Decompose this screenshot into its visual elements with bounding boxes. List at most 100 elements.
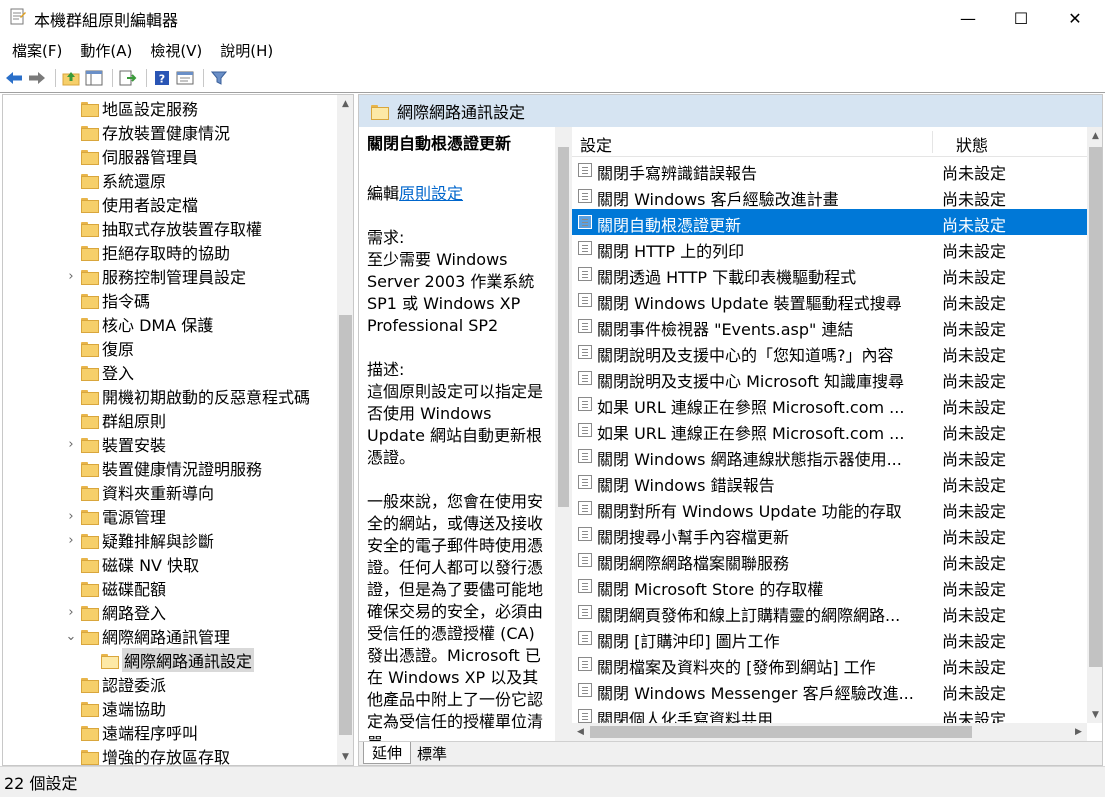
setting-row[interactable]: 關閉對所有 Windows Update 功能的存取 尚未設定: [572, 495, 1087, 521]
setting-row[interactable]: 關閉 Windows 網路連線狀態指示器使用... 尚未設定: [572, 443, 1087, 469]
tree-item[interactable]: 地區設定服務: [81, 96, 198, 120]
up-level-button[interactable]: [61, 68, 81, 88]
setting-row[interactable]: 如果 URL 連線正在參照 Microsoft.com ... 尚未設定: [572, 417, 1087, 443]
chevron-down-icon[interactable]: ⌄: [65, 624, 77, 648]
back-button[interactable]: [4, 68, 24, 88]
setting-row[interactable]: 關閉自動根憑證更新 尚未設定: [572, 209, 1087, 235]
setting-row[interactable]: 關閉 [訂購沖印] 圖片工作 尚未設定: [572, 625, 1087, 651]
column-divider[interactable]: [932, 131, 933, 153]
tree-item[interactable]: › 網路登入: [68, 600, 166, 624]
forward-button[interactable]: [27, 68, 47, 88]
tree-item[interactable]: 磁碟配額: [81, 576, 166, 600]
tree-item[interactable]: 登入: [81, 360, 134, 384]
export-list-button[interactable]: [118, 68, 138, 88]
scroll-thumb[interactable]: [558, 147, 569, 507]
tree-item[interactable]: 遠端協助: [81, 696, 166, 720]
setting-row[interactable]: 關閉 HTTP 上的列印 尚未設定: [572, 235, 1087, 261]
show-hide-tree-button[interactable]: [84, 68, 104, 88]
setting-row[interactable]: 關閉搜尋小幫手內容檔更新 尚未設定: [572, 521, 1087, 547]
tree-item[interactable]: ⌄ 網際網路通訊管理: [66, 624, 230, 648]
properties-button[interactable]: [175, 68, 195, 88]
scroll-up-icon[interactable]: ▲: [1087, 127, 1102, 144]
chevron-right-icon[interactable]: ›: [65, 528, 77, 552]
tab-standard[interactable]: 標準: [409, 742, 455, 764]
scroll-thumb[interactable]: [590, 726, 972, 738]
chevron-right-icon[interactable]: ›: [65, 432, 77, 456]
scroll-right-icon[interactable]: ▶: [1070, 723, 1087, 740]
setting-row[interactable]: 關閉網頁發佈和線上訂購精靈的網際網路... 尚未設定: [572, 599, 1087, 625]
tree-item[interactable]: 指令碼: [81, 288, 150, 312]
scroll-down-icon[interactable]: ▼: [337, 748, 353, 765]
chevron-right-icon[interactable]: ›: [65, 264, 77, 288]
scroll-left-icon[interactable]: ◀: [572, 723, 589, 740]
tree-item[interactable]: › 服務控制管理員設定: [68, 264, 246, 288]
setting-row[interactable]: 關閉說明及支援中心 Microsoft 知識庫搜尋 尚未設定: [572, 365, 1087, 391]
menu-help[interactable]: 說明(H): [214, 40, 279, 61]
tree-item[interactable]: 系統還原: [81, 168, 166, 192]
tree-item[interactable]: › 裝置安裝: [68, 432, 166, 456]
filter-button[interactable]: [209, 68, 229, 88]
tree-item-label: 地區設定服務: [102, 100, 199, 119]
menu-file[interactable]: 檔案(F): [6, 40, 68, 61]
tree-item[interactable]: 核心 DMA 保護: [81, 312, 213, 336]
maximize-icon: ☐: [1013, 8, 1029, 28]
tree-item[interactable]: 裝置健康情況證明服務: [81, 456, 262, 480]
description-scrollbar[interactable]: [555, 127, 572, 741]
tree-item[interactable]: › 疑難排解與診斷: [68, 528, 214, 552]
tree-item[interactable]: 資料夾重新導向: [81, 480, 214, 504]
console-tree[interactable]: 地區設定服務存放裝置健康情況 伺服器管理員 系統還原 使用者設定檔 抽取式存放裝置存取權…: [2, 94, 354, 766]
list-vertical-scrollbar[interactable]: ▲ ▼: [1087, 127, 1102, 723]
settings-list[interactable]: 設定 狀態 關閉手寫辨識錯誤報告 尚未設定 關閉 Windows 客戶經驗改進計畫尚…: [572, 127, 1102, 741]
minimize-button[interactable]: —: [945, 0, 991, 36]
menu-action[interactable]: 動作(A): [74, 40, 138, 61]
tree-item[interactable]: › 電源管理: [68, 504, 166, 528]
maximize-button[interactable]: ☐: [998, 0, 1044, 36]
setting-row[interactable]: 關閉 Windows 錯誤報告 尚未設定: [572, 469, 1087, 495]
scroll-down-icon[interactable]: ▼: [1087, 706, 1102, 723]
tree-item[interactable]: 遠端程序呼叫: [81, 720, 198, 744]
tree-vertical-scrollbar[interactable]: ▲ ▼: [337, 95, 353, 765]
help-icon: ?: [155, 71, 169, 86]
tree-item-label: 存放裝置健康情況: [102, 124, 231, 143]
tree-item[interactable]: 伺服器管理員: [81, 144, 198, 168]
tree-item[interactable]: 存放裝置健康情況: [81, 120, 230, 144]
tree-item[interactable]: 拒絕存取時的協助: [81, 240, 230, 264]
scroll-thumb[interactable]: [339, 315, 352, 735]
setting-row[interactable]: 關閉 Windows Messenger 客戶經驗改進... 尚未設定: [572, 677, 1087, 703]
tree-item[interactable]: 磁碟 NV 快取: [81, 552, 199, 576]
setting-row[interactable]: 關閉檔案及資料夾的 [發佈到網站] 工作 尚未設定: [572, 651, 1087, 677]
tree-item[interactable]: 群組原則: [81, 408, 166, 432]
setting-row[interactable]: 關閉 Windows 客戶經驗改進計畫 尚未設定: [572, 183, 1087, 209]
tab-extended[interactable]: 延伸: [363, 742, 412, 764]
setting-state: 尚未設定: [942, 476, 1007, 495]
setting-row[interactable]: 關閉網際網路檔案關聯服務 尚未設定: [572, 547, 1087, 573]
setting-name: 關閉 Windows Messenger 客戶經驗改進...: [597, 684, 914, 703]
edit-policy-link[interactable]: 原則設定: [399, 184, 463, 203]
setting-row[interactable]: 如果 URL 連線正在參照 Microsoft.com ... 尚未設定: [572, 391, 1087, 417]
column-header-setting[interactable]: 設定: [580, 132, 612, 156]
tree-item[interactable]: 認證委派: [81, 672, 166, 696]
chevron-right-icon[interactable]: ›: [65, 600, 77, 624]
list-horizontal-scrollbar[interactable]: ◀ ▶: [572, 723, 1087, 741]
setting-row[interactable]: 關閉說明及支援中心的「您知道嗎?」內容 尚未設定: [572, 339, 1087, 365]
tree-item[interactable]: 增強的存放區存取: [81, 744, 230, 765]
tree-item[interactable]: 使用者設定檔: [81, 192, 198, 216]
column-header-state[interactable]: 狀態: [956, 132, 988, 156]
chevron-right-icon[interactable]: ›: [65, 504, 77, 528]
setting-state: 尚未設定: [942, 164, 1007, 183]
tree-item[interactable]: 抽取式存放裝置存取權: [81, 216, 262, 240]
tree-item[interactable]: 開機初期啟動的反惡意程式碼: [81, 384, 310, 408]
close-button[interactable]: ✕: [1052, 0, 1098, 36]
tree-item[interactable]: 復原: [81, 336, 134, 360]
setting-row[interactable]: 關閉 Microsoft Store 的存取權 尚未設定: [572, 573, 1087, 599]
tree-item[interactable]: 網際網路通訊設定: [101, 648, 255, 672]
setting-row[interactable]: 關閉手寫辨識錯誤報告 尚未設定: [572, 157, 1087, 183]
help-button[interactable]: ?: [152, 68, 172, 88]
setting-row[interactable]: 關閉透過 HTTP 下載印表機驅動程式 尚未設定: [572, 261, 1087, 287]
setting-row[interactable]: 關閉事件檢視器 "Events.asp" 連結 尚未設定: [572, 313, 1087, 339]
scroll-up-icon[interactable]: ▲: [337, 95, 353, 112]
menu-view[interactable]: 檢視(V): [144, 40, 208, 61]
scroll-thumb[interactable]: [1089, 147, 1102, 667]
setting-row[interactable]: 關閉 Windows Update 裝置驅動程式搜尋 尚未設定: [572, 287, 1087, 313]
setting-name: 關閉說明及支援中心 Microsoft 知識庫搜尋: [597, 372, 904, 391]
